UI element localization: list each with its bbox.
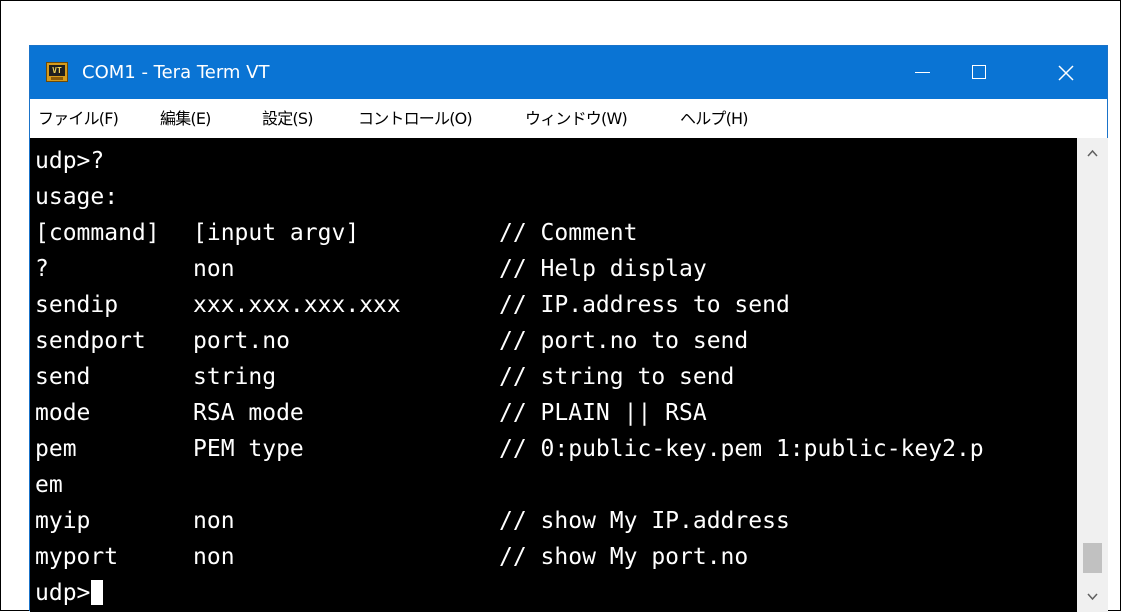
menu-help[interactable]: ヘルプ(H) bbox=[680, 99, 749, 138]
row-command: mode bbox=[35, 400, 91, 426]
scroll-down-button[interactable] bbox=[1077, 582, 1108, 612]
menu-file[interactable]: ファイル(F) bbox=[38, 99, 119, 138]
row-comment: // PLAIN || RSA bbox=[499, 400, 707, 426]
header-comment: // Comment bbox=[499, 220, 638, 246]
row-command: send bbox=[35, 364, 91, 390]
tera-term-app-icon[interactable]: VT bbox=[46, 62, 68, 82]
row-argv: non bbox=[193, 544, 235, 570]
terminal-line: em bbox=[35, 466, 118, 504]
terminal-line: mode RSA mode // PLAIN || RSA bbox=[35, 394, 707, 432]
terminal-output[interactable]: udp>? usage: [command] [input argv] // C… bbox=[30, 138, 1077, 612]
row-command: myip bbox=[35, 508, 91, 534]
minimize-button[interactable] bbox=[893, 46, 951, 99]
header-argv: [input argv] bbox=[193, 220, 360, 246]
row-command: sendip bbox=[35, 292, 119, 318]
terminal-text: udp>? bbox=[35, 148, 105, 174]
row-command: em bbox=[35, 472, 63, 498]
text-cursor bbox=[91, 580, 104, 605]
terminal-line: sendport port.no // port.no to send bbox=[35, 322, 748, 360]
terminal-line: myport non // show My port.no bbox=[35, 538, 748, 576]
menu-control[interactable]: コントロール(O) bbox=[358, 99, 473, 138]
row-command: myport bbox=[35, 544, 119, 570]
menu-edit[interactable]: 編集(E) bbox=[160, 99, 211, 138]
chevron-down-icon bbox=[1087, 593, 1098, 601]
scroll-thumb[interactable] bbox=[1083, 543, 1102, 573]
terminal-line: myip non // show My IP.address bbox=[35, 502, 790, 540]
maximize-button[interactable] bbox=[951, 46, 1009, 99]
app-icon-label: VT bbox=[49, 65, 65, 76]
app-icon-base bbox=[51, 77, 63, 80]
menu-window[interactable]: ウィンドウ(W) bbox=[525, 99, 628, 138]
row-argv: string bbox=[193, 364, 277, 390]
row-comment: // port.no to send bbox=[499, 328, 749, 354]
row-argv: PEM type bbox=[193, 436, 304, 462]
row-comment: // show My IP.address bbox=[499, 508, 790, 534]
terminal-line: ? non // Help display bbox=[35, 250, 707, 288]
terminal-line: usage: bbox=[35, 178, 118, 216]
row-command: ? bbox=[35, 256, 49, 282]
row-comment: // IP.address to send bbox=[499, 292, 790, 318]
minimize-icon bbox=[915, 72, 930, 73]
prompt-area: udp> bbox=[35, 574, 104, 612]
chevron-up-icon bbox=[1087, 149, 1098, 157]
row-argv: xxx.xxx.xxx.xxx bbox=[193, 292, 401, 318]
row-argv: RSA mode bbox=[193, 400, 304, 426]
terminal-text: usage: bbox=[35, 184, 119, 210]
close-icon bbox=[1058, 65, 1074, 81]
close-button[interactable] bbox=[1024, 46, 1108, 99]
menu-bar: ファイル(F) 編集(E) 設定(S) コントロール(O) ウィンドウ(W) ヘ… bbox=[30, 99, 1107, 138]
row-comment: // string to send bbox=[499, 364, 735, 390]
terminal-line: send string // string to send bbox=[35, 358, 734, 396]
scroll-up-button[interactable] bbox=[1077, 138, 1108, 168]
terminal-header-line: [command] [input argv] // Comment bbox=[35, 214, 637, 252]
terminal-prompt-line: udp> bbox=[35, 574, 118, 612]
title-bar[interactable]: VT COM1 - Tera Term VT bbox=[30, 46, 1107, 99]
terminal-line: pem PEM type // 0:public-key.pem 1:publi… bbox=[35, 430, 984, 468]
prompt-text: udp> bbox=[35, 580, 91, 606]
terminal-line: sendip xxx.xxx.xxx.xxx // IP.address to … bbox=[35, 286, 790, 324]
row-command: sendport bbox=[35, 328, 146, 354]
row-comment: // Help display bbox=[499, 256, 707, 282]
vertical-scrollbar[interactable] bbox=[1077, 138, 1108, 612]
row-argv: non bbox=[193, 256, 235, 282]
maximize-icon bbox=[972, 65, 986, 79]
row-comment: // show My port.no bbox=[499, 544, 749, 570]
row-command: pem bbox=[35, 436, 77, 462]
row-argv: non bbox=[193, 508, 235, 534]
window-title: COM1 - Tera Term VT bbox=[82, 62, 270, 83]
menu-setup[interactable]: 設定(S) bbox=[262, 99, 313, 138]
terminal-line: udp>? bbox=[35, 142, 118, 180]
row-comment: // 0:public-key.pem 1:public-key2.p bbox=[499, 436, 984, 462]
row-argv: port.no bbox=[193, 328, 290, 354]
tera-term-window: VT COM1 - Tera Term VT ファイル(F) 編集(E) 設定(… bbox=[29, 45, 1108, 612]
header-command: [command] bbox=[35, 220, 160, 246]
